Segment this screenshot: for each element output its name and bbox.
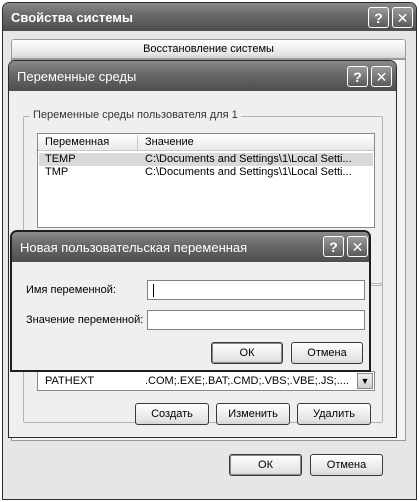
new-user-variable-titlebar[interactable]: Новая пользовательская переменная ? ✕	[12, 232, 369, 262]
close-icon: ✕	[351, 238, 364, 255]
variable-name: TEMP	[45, 153, 76, 165]
user-variables-group-label: Переменные среды пользователя для 1	[30, 109, 241, 121]
column-divider[interactable]	[137, 135, 138, 150]
close-button[interactable]: ✕	[392, 7, 413, 28]
variable-name-input[interactable]	[147, 280, 365, 300]
variable-value-input[interactable]	[147, 310, 365, 330]
list-row-pathext[interactable]: PATHEXT .COM;.EXE;.BAT;.CMD;.VBS;.VBE;.J…	[39, 375, 354, 388]
close-icon: ✕	[375, 68, 388, 85]
variable-name: TMP	[45, 166, 69, 178]
newvar-cancel-button[interactable]: Отмена	[291, 342, 363, 364]
newvar-close-button[interactable]: ✕	[347, 236, 368, 257]
tab-system-restore-label: Восстановление системы	[143, 43, 274, 55]
help-icon: ?	[374, 9, 383, 26]
edit-button[interactable]: Изменить	[216, 403, 290, 425]
help-button[interactable]: ?	[368, 7, 389, 28]
desktop: { "sysprops": { "title": "Свойства систе…	[0, 0, 419, 502]
variable-value-label: Значение переменной:	[26, 314, 144, 326]
variable-value: C:\Documents and Settings\1\Local Setti.…	[145, 153, 352, 165]
edit-button-label: Изменить	[228, 408, 278, 420]
newvar-help-button[interactable]: ?	[323, 236, 344, 257]
create-button[interactable]: Создать	[135, 403, 209, 425]
user-variables-list[interactable]: Переменная Значение TEMP C:\Documents an…	[37, 133, 375, 228]
system-variables-list[interactable]: PATHEXT .COM;.EXE;.BAT;.CMD;.VBS;.VBE;.J…	[37, 371, 375, 391]
column-header-variable[interactable]: Переменная	[45, 136, 109, 148]
environment-variables-titlebar[interactable]: Переменные среды ? ✕	[9, 61, 396, 91]
list-header: Переменная Значение	[38, 134, 374, 151]
list-row-temp[interactable]: TEMP C:\Documents and Settings\1\Local S…	[39, 153, 373, 166]
tab-system-restore[interactable]: Восстановление системы	[11, 39, 406, 59]
sysprops-ok-button[interactable]: ОК	[229, 454, 302, 476]
sysprops-cancel-label: Отмена	[326, 459, 367, 471]
delete-button[interactable]: Удалить	[297, 403, 371, 425]
newvar-cancel-label: Отмена	[307, 347, 347, 359]
new-user-variable-title: Новая пользовательская переменная	[20, 240, 248, 255]
delete-button-label: Удалить	[313, 408, 355, 420]
sysprops-ok-label: ОК	[258, 459, 273, 471]
system-properties-titlebar[interactable]: Свойства системы ? ✕	[3, 3, 416, 31]
system-properties-title: Свойства системы	[11, 10, 133, 25]
sysprops-cancel-button[interactable]: Отмена	[310, 454, 383, 476]
scroll-down-button[interactable]: ▼	[357, 373, 373, 389]
new-user-variable-dialog: Новая пользовательская переменная ? ✕ Им…	[10, 230, 371, 372]
column-header-value[interactable]: Значение	[145, 136, 194, 148]
help-icon: ?	[329, 238, 338, 255]
environment-variables-title: Переменные среды	[17, 69, 137, 84]
close-icon: ✕	[396, 9, 409, 26]
variable-value: C:\Documents and Settings\1\Local Setti.…	[145, 166, 352, 178]
variable-name: PATHEXT	[45, 375, 95, 387]
envvars-close-button[interactable]: ✕	[371, 66, 392, 87]
help-icon: ?	[353, 68, 362, 85]
chevron-down-icon: ▼	[360, 376, 370, 386]
variable-value: .COM;.EXE;.BAT;.CMD;.VBS;.VBE;.JS;....	[145, 375, 349, 387]
text-caret	[153, 284, 154, 297]
list-row-tmp[interactable]: TMP C:\Documents and Settings\1\Local Se…	[39, 166, 373, 179]
create-button-label: Создать	[151, 408, 193, 420]
variable-name-label: Имя переменной:	[26, 284, 116, 296]
newvar-ok-button[interactable]: ОК	[211, 342, 283, 364]
envvars-help-button[interactable]: ?	[347, 66, 368, 87]
newvar-ok-label: ОК	[239, 347, 255, 359]
